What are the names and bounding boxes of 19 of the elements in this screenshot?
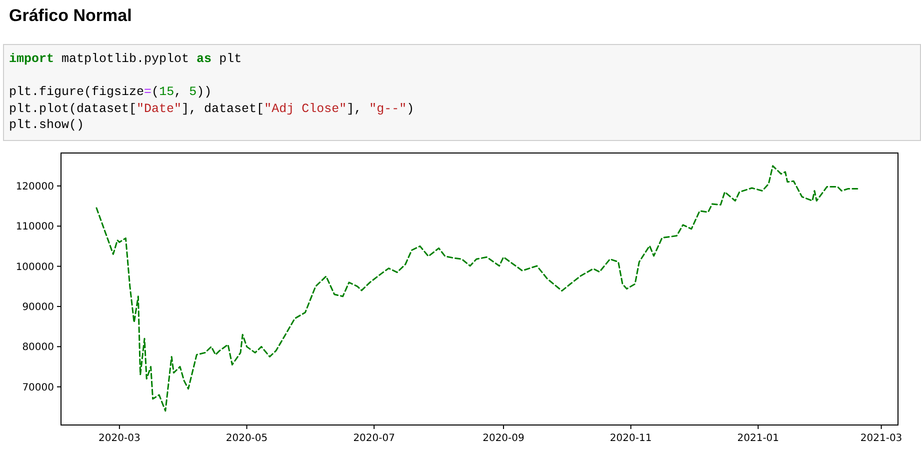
tick-label: 2020-05 xyxy=(226,432,268,444)
tick-label: 80000 xyxy=(22,342,54,353)
tick-label: 90000 xyxy=(22,301,54,312)
tick-label: 2020-09 xyxy=(482,432,524,444)
code-line: plt.show() xyxy=(9,117,86,134)
code-line: import matplotlib.pyplot as plt xyxy=(9,51,243,68)
tick-label: 2021-01 xyxy=(737,432,780,444)
code-line: plt.plot(dataset["Date"], dataset["Adj Close"], "g--") xyxy=(9,100,416,117)
tick-label: 70000 xyxy=(22,382,54,393)
tick-label: 2020-03 xyxy=(98,432,140,444)
tick-label: 2021-03 xyxy=(860,432,902,444)
tick-label: 100000 xyxy=(16,261,54,272)
section-heading: Gráfico Normal xyxy=(8,5,133,27)
code-line: plt.figure(figsize=(15, 5)) xyxy=(9,84,213,100)
tick-label: 2020-11 xyxy=(610,432,652,444)
code-cell[interactable]: import matplotlib.pyplot as plt plt.figure(figsize=(15, 5)) plt.plot(dataset["Date"], dataset["Adj Close"], "g--") plt.show() xyxy=(3,44,921,140)
tick-label: 110000 xyxy=(16,221,54,232)
tick-label: 2020-07 xyxy=(353,432,395,444)
tick-label: 120000 xyxy=(16,180,54,192)
